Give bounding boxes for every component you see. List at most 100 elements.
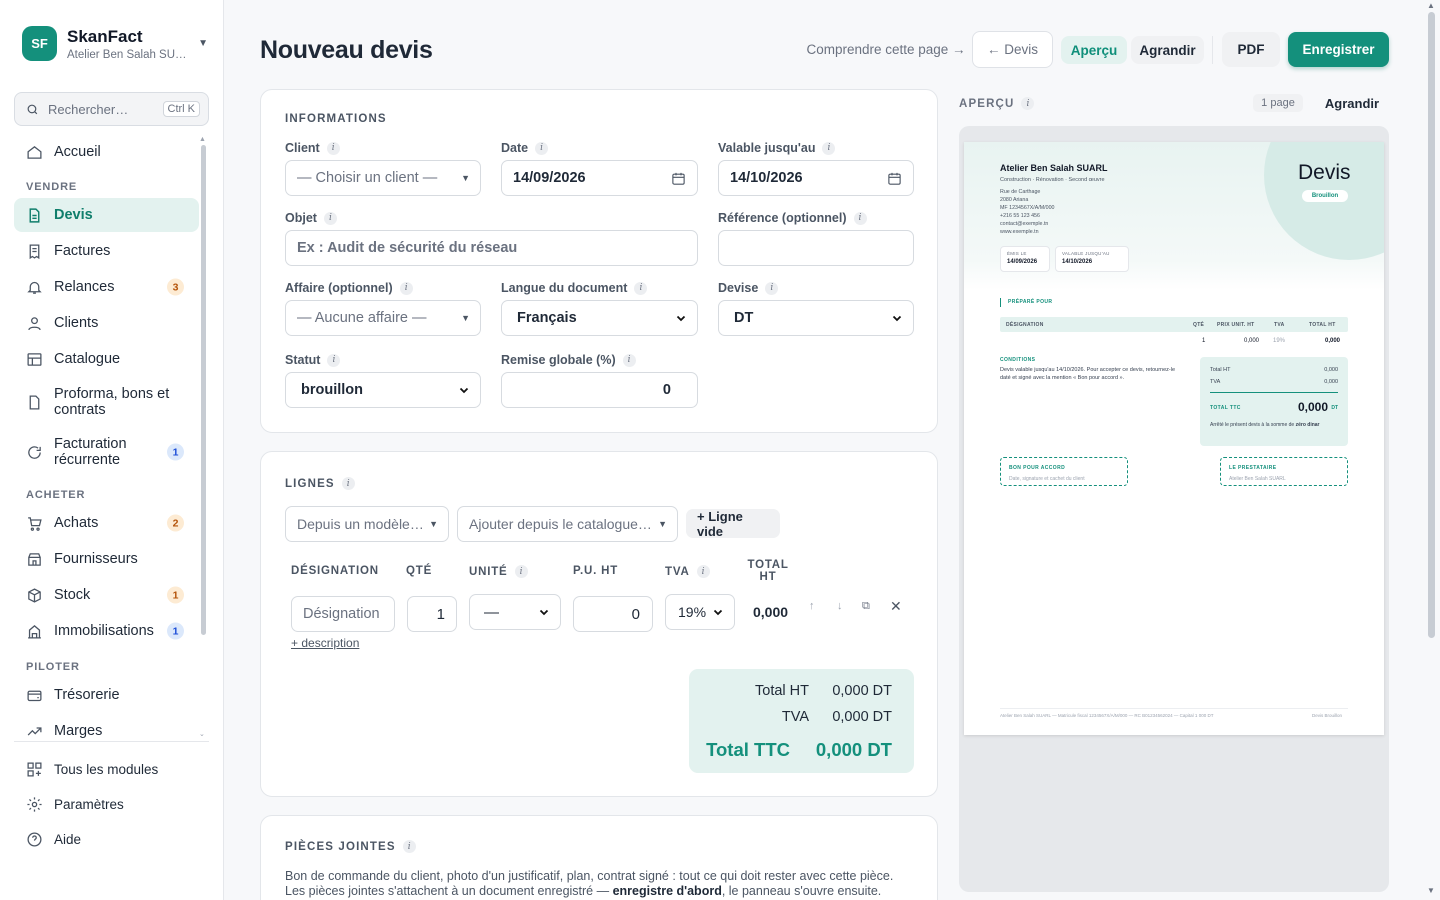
sidebar-item-label: Devis (54, 207, 93, 223)
page-scroll-down-icon[interactable]: ▼ (1427, 886, 1435, 895)
search-input[interactable]: Rechercher… Ctrl K (14, 92, 209, 126)
save-button[interactable]: Enregistrer (1288, 32, 1389, 67)
info-icon[interactable]: i (696, 565, 710, 578)
apercu-toggle-button[interactable]: Aperçu (1061, 36, 1127, 64)
section-acheter: ACHETER (26, 489, 86, 501)
sidebar-item-clients[interactable]: Clients (14, 308, 199, 338)
valid-until-input[interactable]: 14/10/2026 (718, 160, 914, 196)
add-empty-line-button[interactable]: + Ligne vide (686, 509, 780, 539)
user-icon (28, 316, 41, 330)
sidebar-item-achats[interactable]: Achats 2 (14, 508, 199, 538)
sidebar-item-recurrente[interactable]: Facturation récurrente 1 (14, 430, 199, 474)
sidebar-item-tresorerie[interactable]: Trésorerie (14, 680, 199, 710)
tva-select[interactable]: 19% (665, 594, 735, 630)
preview-label: APERÇU i (959, 97, 1035, 110)
delete-line-icon[interactable]: ✕ (890, 598, 902, 615)
doc-conditions-label: CONDITIONS (1000, 357, 1036, 363)
info-icon[interactable]: i (1021, 97, 1035, 110)
building-icon (28, 624, 41, 639)
sidebar-item-parametres[interactable]: Paramètres (26, 796, 124, 813)
col-header-unite: UNITÉ i (469, 565, 528, 578)
affaire-select[interactable]: — Aucune affaire — ▼ (285, 300, 481, 336)
sidebar-item-label: Fournisseurs (54, 551, 138, 567)
objet-input[interactable]: Ex : Audit de sécurité du réseau (285, 230, 698, 266)
brand-logo: SF (22, 26, 57, 61)
sidebar-scrollbar[interactable] (201, 145, 206, 635)
catalogue-select[interactable]: Ajouter depuis le catalogue… ▼ (457, 506, 678, 542)
total-ht-row: Total HT 0,000 DT (755, 683, 892, 699)
doc-status-badge: Brouillon (1302, 190, 1348, 202)
move-down-icon[interactable]: ↓ (837, 600, 843, 612)
store-icon (28, 552, 41, 566)
valid-label: Valable jusqu'au i (718, 141, 836, 155)
info-icon[interactable]: i (853, 211, 867, 225)
page-scrollbar[interactable] (1428, 12, 1435, 638)
pdf-button[interactable]: PDF (1222, 32, 1280, 67)
date-input[interactable]: 14/09/2026 (501, 160, 698, 196)
info-icon[interactable]: i (326, 141, 340, 155)
info-icon[interactable]: i (327, 353, 341, 367)
sidebar-item-factures[interactable]: Factures (14, 236, 199, 266)
sidebar-item-accueil[interactable]: Accueil (14, 137, 199, 167)
quantity-input[interactable]: 1 (407, 596, 457, 632)
remise-input[interactable]: 0 (501, 372, 698, 408)
info-icon[interactable]: i (514, 565, 528, 578)
sidebar-item-catalogue[interactable]: Catalogue (14, 344, 199, 374)
info-icon[interactable]: i (765, 281, 779, 295)
info-icon[interactable]: i (622, 353, 636, 367)
devise-select[interactable]: DT (718, 300, 914, 336)
add-description-link[interactable]: + description (291, 636, 359, 650)
designation-input[interactable]: Désignation (291, 596, 395, 632)
info-icon[interactable]: i (323, 211, 337, 225)
doc-row-tva: 19% (1273, 338, 1286, 344)
sidebar-item-aide[interactable]: Aide (26, 831, 81, 848)
client-select[interactable]: — Choisir un client — ▼ (285, 160, 481, 196)
pieces-description: Bon de commande du client, photo d'un ju… (285, 869, 894, 898)
info-icon[interactable]: i (535, 141, 549, 155)
calendar-icon[interactable] (671, 171, 686, 186)
totals-box: Total HT 0,000 DT TVA 0,000 DT Total TTC 0,… (689, 669, 914, 773)
preview-agrandir-button[interactable]: Agrandir (1318, 94, 1386, 112)
langue-select[interactable]: Français (501, 300, 698, 336)
move-up-icon[interactable]: ↑ (809, 600, 815, 612)
page-title: Nouveau devis (260, 36, 433, 64)
statut-select[interactable]: brouillon (285, 372, 481, 408)
info-icon[interactable]: i (634, 281, 648, 295)
help-link[interactable]: Comprendre cette page → (806, 32, 966, 67)
help-icon (27, 832, 42, 847)
sidebar-item-modules[interactable]: Tous les modules (26, 761, 158, 778)
unit-select[interactable]: — (469, 594, 561, 630)
doc-address: Rue de Carthage 2080 Ariana MF 1234567X/A/… (1000, 189, 1055, 236)
col-header-pu: P.U. HT (573, 565, 619, 577)
immobilisations-badge: 1 (167, 622, 184, 640)
unit-price-input[interactable]: 0 (573, 596, 653, 632)
workspace-switcher[interactable]: SF SkanFact Atelier Ben Salah SU… ▼ (22, 26, 208, 61)
sidebar-item-proforma[interactable]: Proforma, bons et contrats (14, 380, 199, 424)
scroll-up-icon[interactable]: ▲ (199, 136, 206, 143)
info-icon[interactable]: i (341, 477, 355, 490)
sidebar-bottom: Tous les modules Paramètres Aide (14, 741, 209, 847)
sidebar-item-relances[interactable]: Relances 3 (14, 272, 199, 302)
reference-input[interactable] (718, 230, 914, 266)
document-icon (29, 207, 40, 223)
sidebar-item-fournisseurs[interactable]: Fournisseurs (14, 544, 199, 574)
info-icon[interactable]: i (399, 281, 413, 295)
sidebar-item-devis[interactable]: Devis (14, 198, 199, 232)
col-header-tva: TVA i (665, 565, 710, 578)
scroll-down-icon[interactable]: ⌄ (199, 730, 205, 738)
duplicate-icon[interactable]: ⧉ (862, 600, 870, 613)
back-to-devis-button[interactable]: ← Devis (972, 31, 1053, 68)
document-preview[interactable]: Atelier Ben Salah SUARL Construction · R… (964, 142, 1384, 735)
chevron-down-icon (539, 609, 549, 616)
sidebar-item-stock[interactable]: Stock 1 (14, 580, 199, 610)
page-scroll-up-icon[interactable]: ▲ (1427, 1, 1435, 10)
sidebar-item-marges[interactable]: Marges (14, 716, 199, 740)
agrandir-button[interactable]: Agrandir (1131, 36, 1204, 64)
sidebar-item-immobilisations[interactable]: Immobilisations 1 (14, 616, 199, 646)
calendar-icon[interactable] (887, 171, 902, 186)
chevron-down-icon (892, 315, 902, 322)
template-select[interactable]: Depuis un modèle… ▼ (285, 506, 449, 542)
info-icon[interactable]: i (822, 141, 836, 155)
info-icon[interactable]: i (402, 840, 416, 853)
sidebar: SF SkanFact Atelier Ben Salah SU… ▼ Rech… (0, 0, 224, 900)
